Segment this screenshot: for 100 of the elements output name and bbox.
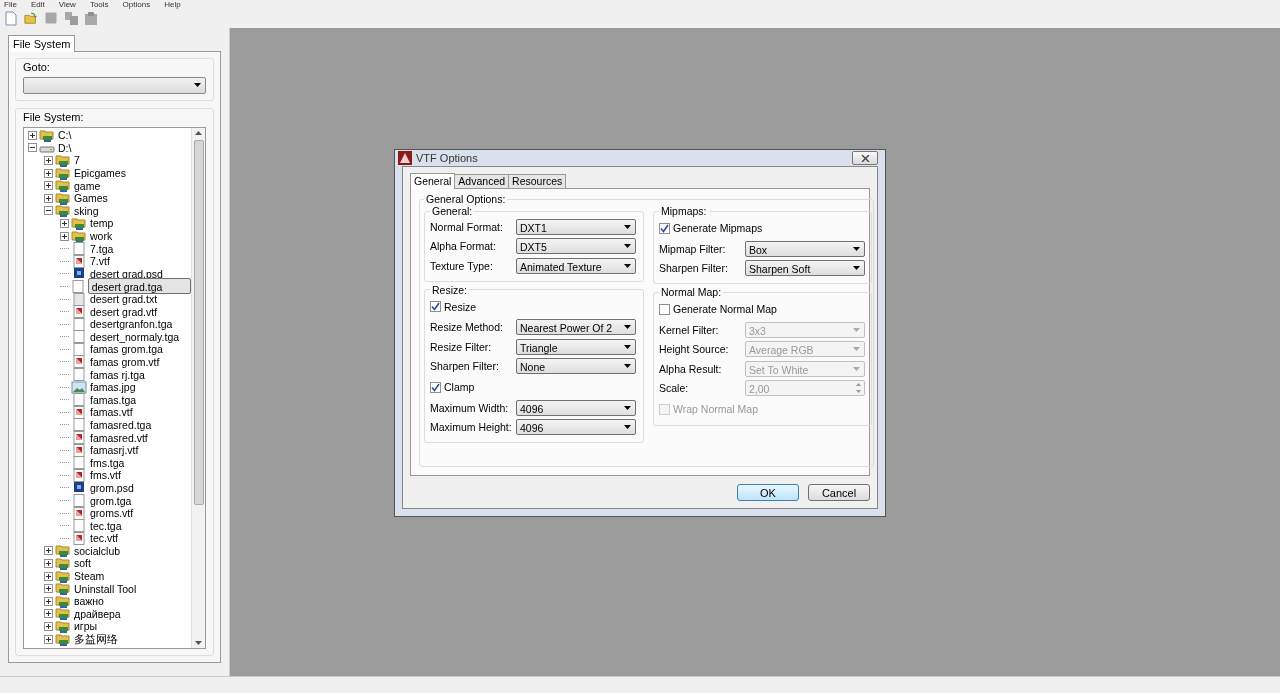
tree-item[interactable]: famas.jpg bbox=[89, 381, 137, 394]
expander-icon[interactable] bbox=[44, 584, 53, 594]
field-label: Normal Format: bbox=[430, 220, 504, 233]
tree-item[interactable]: temp bbox=[89, 217, 115, 230]
expander-icon[interactable] bbox=[44, 193, 53, 203]
expander-icon[interactable] bbox=[44, 634, 53, 644]
tab[interactable]: Resources bbox=[508, 174, 567, 188]
checkbox[interactable] bbox=[659, 222, 670, 234]
network-folder-icon bbox=[39, 128, 55, 142]
expander-icon[interactable] bbox=[44, 206, 53, 216]
file-system-tab[interactable]: File System bbox=[8, 35, 76, 52]
tree-item[interactable]: famas rj.tga bbox=[89, 368, 146, 381]
menu-item[interactable]: Edit bbox=[30, 0, 45, 8]
expander-icon[interactable] bbox=[44, 181, 53, 191]
expander-icon[interactable] bbox=[28, 143, 37, 153]
tree-item[interactable]: groms.vtf bbox=[89, 507, 135, 520]
scroll-up-icon[interactable] bbox=[195, 131, 202, 135]
tree-item[interactable]: D:\ bbox=[57, 141, 73, 154]
scrollbar[interactable] bbox=[191, 128, 205, 648]
tab[interactable]: General bbox=[410, 173, 456, 189]
tree-item[interactable]: work bbox=[89, 230, 114, 243]
file-icon bbox=[71, 330, 87, 344]
checkbox[interactable] bbox=[430, 381, 441, 393]
expander-icon[interactable] bbox=[44, 596, 53, 606]
tree-item[interactable]: famasrj.vtf bbox=[89, 444, 140, 457]
tree-item[interactable]: tec.tga bbox=[89, 519, 123, 532]
expander-icon[interactable] bbox=[60, 231, 69, 241]
expander-icon[interactable] bbox=[44, 621, 53, 631]
tree-item[interactable]: famas grom.tga bbox=[89, 343, 164, 356]
expander-icon[interactable] bbox=[44, 559, 53, 568]
menu-item[interactable]: Tools bbox=[89, 0, 109, 8]
expander-icon[interactable] bbox=[44, 571, 53, 581]
expander-icon[interactable] bbox=[60, 218, 69, 228]
tree-item[interactable]: grom.tga bbox=[89, 494, 133, 507]
goto-dropdown[interactable] bbox=[23, 77, 206, 94]
close-button[interactable] bbox=[852, 151, 878, 165]
dropdown[interactable]: Nearest Power Of 2 bbox=[516, 319, 636, 336]
dropdown[interactable]: Triangle bbox=[516, 338, 636, 355]
dropdown[interactable]: Box bbox=[745, 240, 865, 257]
tab[interactable]: Advanced bbox=[454, 174, 510, 188]
dropdown[interactable]: Animated Texture bbox=[516, 257, 636, 274]
tree-item[interactable]: famasred.vtf bbox=[89, 431, 149, 444]
tree-item[interactable]: famas.tga bbox=[89, 393, 138, 406]
tree-item[interactable]: 7 bbox=[73, 154, 81, 167]
group-title: Normal Map: bbox=[660, 286, 723, 298]
menu-item[interactable]: View bbox=[58, 0, 76, 8]
cancel-button[interactable]: Cancel bbox=[808, 484, 870, 501]
expander-icon[interactable] bbox=[44, 168, 53, 178]
dropdown[interactable]: None bbox=[516, 358, 636, 375]
tree-item[interactable]: 7.vtf bbox=[89, 255, 111, 268]
tree-item[interactable]: Steam bbox=[73, 570, 106, 583]
open-folder-icon[interactable] bbox=[24, 11, 38, 25]
tree-item[interactable]: важно bbox=[73, 595, 105, 608]
expander-icon[interactable] bbox=[28, 130, 37, 140]
tree-item[interactable]: игры bbox=[73, 620, 99, 633]
checkbox[interactable] bbox=[430, 301, 441, 312]
tree-item[interactable]: tec.vtf bbox=[89, 532, 119, 545]
tree-item[interactable]: драйвера bbox=[73, 607, 122, 620]
menu-item[interactable]: Help bbox=[164, 0, 181, 8]
tree-item[interactable]: 7.tga bbox=[89, 242, 115, 255]
tree-item[interactable]: desert grad.txt bbox=[89, 293, 159, 305]
tree-item[interactable]: famas grom.vtf bbox=[89, 356, 161, 368]
menu-item[interactable]: Options bbox=[122, 0, 151, 8]
dropdown-arrow-icon bbox=[853, 327, 860, 332]
tree-item[interactable]: Uninstall Tool bbox=[73, 582, 138, 595]
dropdown[interactable]: 4096 bbox=[516, 399, 636, 416]
tree-item[interactable]: Epicgames bbox=[73, 167, 127, 180]
tree-item[interactable]: famas.vtf bbox=[89, 406, 134, 419]
group-title: General: bbox=[431, 205, 474, 217]
tree-item[interactable]: Games bbox=[73, 192, 109, 205]
expander-icon[interactable] bbox=[44, 156, 53, 165]
dropdown[interactable]: DXT1 bbox=[516, 218, 636, 235]
checkbox-label: Generate Mipmaps bbox=[673, 222, 763, 234]
dropdown-arrow-icon bbox=[624, 244, 631, 249]
dropdown[interactable]: DXT5 bbox=[516, 238, 636, 255]
vtf-file-icon bbox=[71, 431, 87, 445]
scroll-down-icon[interactable] bbox=[195, 641, 202, 645]
menu-item[interactable]: File bbox=[4, 0, 17, 8]
tree-item[interactable]: socialclub bbox=[73, 544, 122, 557]
dropdown[interactable]: 4096 bbox=[516, 419, 636, 436]
checkbox[interactable] bbox=[659, 303, 670, 315]
tree-item[interactable]: desert grad.tga bbox=[87, 278, 191, 295]
tree-item[interactable]: C:\ bbox=[57, 129, 73, 142]
tree-item[interactable]: famasred.tga bbox=[89, 418, 153, 431]
tree-item[interactable]: desert_normaly.tga bbox=[89, 330, 181, 343]
tree-item[interactable]: sking bbox=[73, 204, 100, 217]
ok-button[interactable]: OK bbox=[737, 484, 799, 501]
group-title: Resize: bbox=[431, 283, 468, 296]
tree-item[interactable]: grom.psd bbox=[89, 481, 135, 494]
tree-item[interactable]: desert grad.vtf bbox=[89, 305, 159, 318]
dropdown[interactable]: Sharpen Soft bbox=[745, 260, 865, 277]
tree-item[interactable]: soft bbox=[73, 557, 92, 570]
tree-item[interactable]: desertgranfon.tga bbox=[89, 318, 174, 331]
network-folder-icon bbox=[55, 607, 71, 621]
expander-icon[interactable] bbox=[44, 546, 53, 556]
tree-item[interactable]: fms.vtf bbox=[89, 469, 122, 482]
tree-item[interactable]: fms.tga bbox=[89, 456, 126, 469]
tree-item[interactable]: game bbox=[73, 179, 102, 192]
expander-icon[interactable] bbox=[44, 609, 53, 619]
tree-item[interactable]: 多益网络 bbox=[73, 633, 119, 646]
